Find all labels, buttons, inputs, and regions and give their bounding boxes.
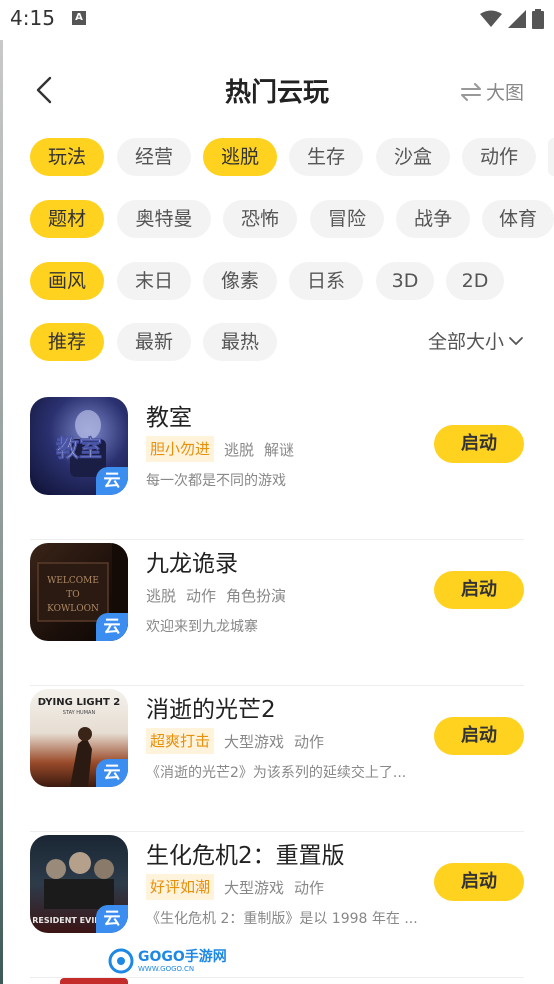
cloud-badge: 云 <box>96 759 128 787</box>
swap-icon <box>460 82 481 101</box>
game-tags: 胆小勿进 逃脱 解谜 <box>146 436 294 462</box>
filter-chip-escape[interactable]: 逃脱 <box>203 138 277 176</box>
game-tag-highlight: 超爽打击 <box>146 728 215 754</box>
game-cover-kowloon: WELCOME TO KOWLOON 云 <box>30 543 128 641</box>
status-bar: 4:15 A <box>0 0 554 40</box>
game-item-resident-evil-2[interactable]: RESIDENT EVIL 2 云 生化危机2：重置版 好评如潮 大型游戏 动作… <box>30 832 524 978</box>
header: 热门云玩 大图 <box>0 60 554 120</box>
filter-row-theme: 题材 奥特曼 恐怖 冒险 战争 体育 <box>30 200 554 238</box>
cloud-badge: 云 <box>96 905 128 933</box>
game-tag: 大型游戏 <box>224 878 285 897</box>
game-tag: 角色扮演 <box>226 586 287 605</box>
game-description: 《生化危机 2：重制版》是以 1998 年在 ... <box>146 911 418 927</box>
cloud-badge: 云 <box>96 613 128 641</box>
svg-text:KOWLOON: KOWLOON <box>47 604 99 614</box>
filter-row-art-style: 画风 末日 像素 日系 3D 2D <box>30 262 524 300</box>
filter-chip-ultraman[interactable]: 奥特曼 <box>117 200 211 238</box>
filter-chip-japanese[interactable]: 日系 <box>289 262 363 300</box>
filter-chip-overflow[interactable] <box>548 138 554 176</box>
game-tags: 逃脱 动作 角色扮演 <box>146 582 286 608</box>
next-item-peek <box>60 978 128 984</box>
status-icons <box>480 9 544 29</box>
game-item-kowloon[interactable]: WELCOME TO KOWLOON 云 九龙诡录 逃脱 动作 角色扮演 欢迎来… <box>30 540 524 686</box>
filter-chip-sandbox[interactable]: 沙盒 <box>376 138 450 176</box>
game-tags: 好评如潮 大型游戏 动作 <box>146 874 324 900</box>
large-view-toggle[interactable]: 大图 <box>460 78 524 105</box>
game-tag: 逃脱 <box>146 586 177 605</box>
gogo-logo-icon <box>108 948 134 974</box>
filter-chip-art-label[interactable]: 画风 <box>30 262 104 300</box>
game-item-dying-light-2[interactable]: DYING LIGHT 2 STAY HUMAN 云 消逝的光芒2 超爽打击 大… <box>30 686 524 832</box>
classroom-cover-text: 教室 <box>56 435 102 462</box>
sort-chip-recommended[interactable]: 推荐 <box>30 323 104 361</box>
game-cover-classroom: 教室 云 <box>30 397 128 495</box>
watermark-text: GOGO手游网 <box>138 948 227 965</box>
game-title: 九龙诡录 <box>146 551 238 577</box>
game-tag: 动作 <box>294 878 325 897</box>
game-description: 欢迎来到九龙城寨 <box>146 619 258 635</box>
filter-chip-adventure[interactable]: 冒险 <box>310 200 384 238</box>
filter-chip-war[interactable]: 战争 <box>396 200 470 238</box>
filter-chip-action[interactable]: 动作 <box>462 138 536 176</box>
watermark: GOGO手游网 WWW.GOGO.CN <box>108 946 227 976</box>
game-tag: 大型游戏 <box>224 732 285 751</box>
filter-chip-management[interactable]: 经营 <box>117 138 191 176</box>
status-time: 4:15 <box>10 6 55 30</box>
filter-chip-gameplay-label[interactable]: 玩法 <box>30 138 104 176</box>
battery-icon <box>532 9 544 29</box>
filter-chip-horror[interactable]: 恐怖 <box>223 200 297 238</box>
game-tag: 动作 <box>186 586 217 605</box>
game-tag: 动作 <box>294 732 325 751</box>
game-tags: 超爽打击 大型游戏 动作 <box>146 728 324 754</box>
sort-chip-hottest[interactable]: 最热 <box>203 323 277 361</box>
svg-text:STAY HUMAN: STAY HUMAN <box>63 710 96 716</box>
filter-chip-sports[interactable]: 体育 <box>482 200 554 238</box>
filter-row-gameplay: 玩法 经营 逃脱 生存 沙盒 动作 <box>30 138 554 176</box>
size-filter-dropdown[interactable]: 全部大小 <box>428 327 524 354</box>
game-title: 生化危机2：重置版 <box>146 843 345 869</box>
game-tag: 逃脱 <box>224 440 255 459</box>
game-title: 教室 <box>146 405 192 431</box>
launch-button[interactable]: 启动 <box>434 863 524 901</box>
game-tag-highlight: 好评如潮 <box>146 874 215 900</box>
kowloon-cover-text: WELCOME <box>47 576 99 586</box>
cloud-badge: 云 <box>96 467 128 495</box>
watermark-subtext: WWW.GOGO.CN <box>138 964 195 973</box>
dying-light-cover-text: DYING LIGHT 2 <box>38 697 121 708</box>
game-description: 每一次都是不同的游戏 <box>146 473 286 489</box>
filter-chip-doomsday[interactable]: 末日 <box>117 262 191 300</box>
a-square-icon: A <box>72 11 86 25</box>
game-title: 消逝的光芒2 <box>146 697 276 723</box>
background-edge <box>0 40 3 984</box>
wifi-icon <box>480 10 502 27</box>
filter-chip-2d[interactable]: 2D <box>446 262 504 300</box>
sort-chip-newest[interactable]: 最新 <box>117 323 191 361</box>
signal-icon <box>508 10 526 28</box>
filter-row-sort: 推荐 最新 最热 <box>30 323 290 361</box>
launch-button[interactable]: 启动 <box>434 717 524 755</box>
game-description: 《消逝的光芒2》为该系列的延续交上了... <box>146 765 407 781</box>
large-view-label: 大图 <box>485 82 524 104</box>
game-tag: 解谜 <box>264 440 295 459</box>
game-tag-highlight: 胆小勿进 <box>146 436 215 462</box>
filter-chip-3d[interactable]: 3D <box>376 262 434 300</box>
filter-chip-theme-label[interactable]: 题材 <box>30 200 104 238</box>
game-cover-dying-light-2: DYING LIGHT 2 STAY HUMAN 云 <box>30 689 128 787</box>
game-item-classroom[interactable]: 教室 云 教室 胆小勿进 逃脱 解谜 每一次都是不同的游戏 启动 <box>30 394 524 540</box>
size-filter-label: 全部大小 <box>427 331 504 353</box>
filter-chip-survival[interactable]: 生存 <box>289 138 363 176</box>
svg-text:TO: TO <box>66 590 79 600</box>
chevron-down-icon <box>509 336 523 345</box>
game-cover-resident-evil-2: RESIDENT EVIL 2 云 <box>30 835 128 933</box>
launch-button[interactable]: 启动 <box>434 425 524 463</box>
filter-chip-pixel[interactable]: 像素 <box>203 262 277 300</box>
launch-button[interactable]: 启动 <box>434 571 524 609</box>
game-list: 教室 云 教室 胆小勿进 逃脱 解谜 每一次都是不同的游戏 启动 WELCOME… <box>30 394 524 978</box>
